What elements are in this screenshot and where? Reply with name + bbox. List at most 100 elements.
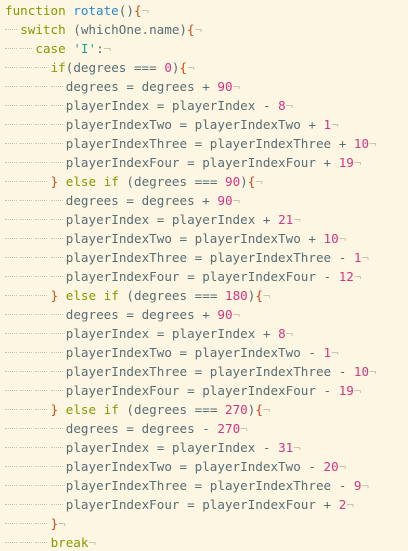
code-line[interactable]: degrees = degrees - 270 ¬ — [0, 419, 408, 438]
indent-guide — [5, 438, 66, 457]
end-of-line-marker: ¬ — [103, 41, 112, 56]
code-line[interactable]: playerIndexThree = playerIndexThree - 10… — [0, 362, 408, 381]
code-line[interactable]: playerIndexFour = playerIndexFour + 19 ¬ — [0, 153, 408, 172]
code-token-plain: playerIndex = playerIndex - — [65, 440, 279, 455]
code-line[interactable]: playerIndexTwo = playerIndexTwo + 1 ¬ — [0, 115, 408, 134]
code-token-num: 90 — [217, 307, 233, 322]
code-line[interactable]: playerIndexFour = playerIndexFour - 19 ¬ — [0, 381, 408, 400]
indent-guide — [5, 172, 51, 191]
code-token-plain: degrees = degrees - — [65, 421, 218, 436]
code-token-plain: (degrees === — [118, 288, 225, 303]
code-line[interactable]: playerIndex = playerIndex - 8 ¬ — [0, 96, 408, 115]
code-line[interactable]: playerIndexThree = playerIndexThree - 1 ¬ — [0, 248, 408, 267]
code-token-plain: playerIndexThree = playerIndexThree + — [65, 136, 354, 151]
code-editor[interactable]: function rotate(){¬ switch (whichOne.name… — [0, 0, 408, 551]
indent-guide — [5, 400, 51, 419]
end-of-line-marker: ¬ — [338, 231, 347, 246]
code-line[interactable]: degrees = degrees + 90 ¬ — [0, 191, 408, 210]
code-line[interactable]: playerIndex = playerIndex + 21 ¬ — [0, 210, 408, 229]
code-line[interactable]: playerIndexThree = playerIndexThree + 10… — [0, 134, 408, 153]
code-token-kw: if — [50, 60, 66, 75]
code-token-num: 90 — [217, 79, 233, 94]
code-line[interactable]: break ¬ — [0, 533, 408, 551]
code-token-brace: { — [247, 174, 256, 189]
code-line[interactable]: degrees = degrees + 90 ¬ — [0, 305, 408, 324]
indent-guide — [5, 267, 66, 286]
code-token-plain: playerIndex = playerIndex + — [65, 212, 279, 227]
code-line[interactable]: degrees = degrees + 90 ¬ — [0, 77, 408, 96]
indent-guide — [5, 457, 66, 476]
end-of-line-marker: ¬ — [141, 3, 150, 18]
code-line[interactable]: case 'I': ¬ — [0, 39, 408, 58]
end-of-line-marker: ¬ — [369, 136, 377, 151]
end-of-line-marker: ¬ — [331, 345, 339, 360]
code-line[interactable]: playerIndexThree = playerIndexThree - 9 ¬ — [0, 476, 408, 495]
code-token-plain: (degrees === — [118, 402, 225, 417]
code-line[interactable]: } ¬ — [0, 514, 408, 533]
code-line[interactable]: if (degrees === 0){¬ — [0, 58, 408, 77]
code-token-plain: playerIndexFour = playerIndexFour + — [65, 155, 339, 170]
code-token-num: 1 — [353, 250, 362, 265]
end-of-line-marker: ¬ — [187, 60, 195, 75]
code-line[interactable]: playerIndexTwo = playerIndexTwo - 1 ¬ — [0, 343, 408, 362]
code-token-num: 0 — [164, 60, 172, 75]
code-token-num: 10 — [323, 231, 339, 246]
code-token-num: 31 — [278, 440, 294, 455]
code-line[interactable]: playerIndexFour = playerIndexFour - 12 ¬ — [0, 267, 408, 286]
code-line[interactable]: function rotate(){¬ — [0, 1, 408, 20]
code-token-num: 21 — [278, 212, 294, 227]
code-line[interactable]: switch (whichOne.name){¬ — [0, 20, 408, 39]
code-line[interactable]: } else if (degrees === 90){¬ — [0, 172, 408, 191]
code-token-num: 1 — [323, 345, 332, 360]
indent-guide — [5, 153, 66, 172]
indent-guide — [5, 77, 66, 96]
indent-guide — [5, 58, 51, 77]
end-of-line-marker: ¬ — [353, 269, 362, 284]
code-token-plain: ) — [247, 288, 256, 303]
code-token-kw: else if — [65, 402, 119, 417]
code-token-plain: playerIndex = playerIndex - — [65, 98, 279, 113]
code-token-str: 'I' — [73, 41, 97, 56]
code-line[interactable]: playerIndexFour = playerIndexFour + 2 ¬ — [0, 495, 408, 514]
indent-guide — [5, 115, 66, 134]
code-token-brace: } — [50, 402, 59, 417]
code-line[interactable]: } else if (degrees === 180){¬ — [0, 286, 408, 305]
indent-guide — [5, 248, 66, 267]
end-of-line-marker: ¬ — [255, 174, 263, 189]
code-token-brace: { — [179, 60, 188, 75]
code-token-num: 2 — [338, 497, 347, 512]
end-of-line-marker: ¬ — [232, 307, 241, 322]
code-token-plain: playerIndexFour = playerIndexFour + — [65, 497, 339, 512]
indent-guide — [5, 419, 66, 438]
indent-guide — [5, 362, 66, 381]
code-line[interactable]: playerIndexTwo = playerIndexTwo - 20 ¬ — [0, 457, 408, 476]
code-line[interactable]: playerIndex = playerIndex - 31 ¬ — [0, 438, 408, 457]
end-of-line-marker: ¬ — [232, 193, 241, 208]
code-token-plain: playerIndexThree = playerIndexThree - — [65, 250, 354, 265]
code-token-num: 10 — [353, 364, 370, 379]
code-token-num: 270 — [217, 421, 241, 436]
indent-guide — [5, 20, 20, 39]
code-line[interactable]: playerIndex = playerIndex + 8 ¬ — [0, 324, 408, 343]
code-line[interactable]: playerIndexTwo = playerIndexTwo + 10 ¬ — [0, 229, 408, 248]
indent-guide — [5, 134, 66, 153]
code-token-plain: playerIndexTwo = playerIndexTwo - — [65, 459, 324, 474]
code-token-num: 19 — [338, 155, 354, 170]
code-token-kw: else if — [65, 288, 119, 303]
code-token-brace: { — [133, 3, 142, 18]
end-of-line-marker: ¬ — [240, 421, 248, 436]
end-of-line-marker: ¬ — [353, 155, 362, 170]
code-token-plain: degrees = degrees + — [65, 307, 218, 322]
code-token-kw: switch — [20, 22, 66, 37]
code-line[interactable]: } else if (degrees === 270){¬ — [0, 400, 408, 419]
code-token-plain: playerIndexFour = playerIndexFour - — [65, 269, 339, 284]
code-token-brace: } — [50, 174, 59, 189]
indent-guide — [5, 343, 66, 362]
code-token-plain: ) — [171, 60, 180, 75]
end-of-line-marker: ¬ — [88, 535, 97, 550]
